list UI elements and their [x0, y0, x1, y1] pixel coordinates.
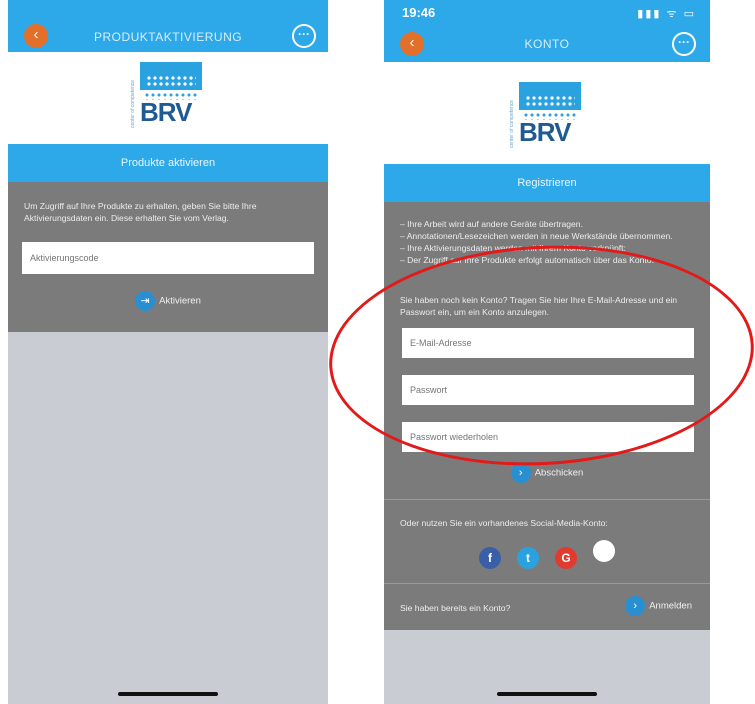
benefit-item: – Ihre Arbeit wird auf andere Geräte übe… — [400, 219, 583, 229]
logo-area: center of competence BRV — [8, 52, 328, 144]
submit-label: Abschicken — [534, 467, 584, 479]
section-header: Produkte aktivieren — [8, 144, 328, 182]
more-icon: ··· — [678, 35, 690, 49]
activation-screen: ‹ PRODUKTAKTIVIERUNG ··· center of compe… — [8, 0, 328, 704]
activation-panel: Um Zugriff auf Ihre Produkte zu erhalten… — [8, 182, 328, 332]
chevron-right-icon: › — [625, 596, 646, 616]
logo-text: BRV — [140, 97, 192, 127]
logo-area: center of competence BRV — [384, 62, 710, 164]
logo-tagline: center of competence — [509, 99, 515, 148]
benefit-item: – Annotationen/Lesezeichen werden in neu… — [400, 231, 673, 241]
social-login-row: ftG — [384, 540, 710, 569]
status-time: 19:46 — [402, 5, 436, 20]
facebook-icon[interactable]: f — [479, 547, 501, 569]
top-bar: ‹ KONTO ··· — [384, 26, 710, 62]
benefit-item: – Der Zugriff auf Ihre Produkte erfolgt … — [400, 255, 654, 265]
account-screen: 19:46 ▮▮▮ ᯤ ▭ ‹ KONTO ··· center of comp… — [384, 0, 710, 704]
password-input[interactable] — [402, 375, 694, 405]
top-bar: ‹ PRODUKTAKTIVIERUNG ··· — [8, 0, 328, 52]
more-options-button[interactable]: ··· — [672, 32, 696, 56]
divider — [384, 583, 710, 584]
password-repeat-input[interactable] — [402, 422, 694, 452]
benefits-list: – Ihre Arbeit wird auf andere Geräte übe… — [400, 218, 698, 266]
activation-code-input[interactable] — [22, 242, 314, 274]
more-icon: ··· — [298, 27, 310, 41]
login-label: Anmelden — [649, 600, 692, 612]
home-indicator — [497, 692, 597, 696]
page-title: KONTO — [524, 37, 570, 51]
brv-logo: center of competence BRV — [130, 62, 202, 128]
page-title: PRODUKTAKTIVIERUNG — [93, 30, 243, 44]
login-button[interactable]: › Anmelden — [625, 596, 692, 616]
twitter-icon[interactable]: t — [517, 547, 539, 569]
benefit-item: – Ihre Aktivierungsdaten werden mit Ihre… — [400, 243, 626, 253]
logo-tagline: center of competence — [130, 79, 136, 128]
register-panel: – Ihre Arbeit wird auf andere Geräte übe… — [384, 202, 710, 630]
activate-button[interactable]: ⇥ Aktivieren — [8, 291, 328, 311]
social-prompt: Oder nutzen Sie ein vorhandenes Social-M… — [400, 518, 608, 528]
activate-label: Aktivieren — [159, 295, 201, 307]
login-icon: ⇥ — [135, 291, 156, 311]
brv-logo: center of competence BRV — [509, 82, 581, 148]
section-header: Registrieren — [384, 164, 710, 202]
submit-button[interactable]: › Abschicken — [384, 463, 710, 483]
chevron-right-icon: › — [510, 463, 531, 483]
apple-icon[interactable] — [593, 540, 615, 562]
logo-text: BRV — [519, 117, 571, 147]
signup-prompt: Sie haben noch kein Konto? Tragen Sie hi… — [400, 295, 678, 317]
instructions-text: Um Zugriff auf Ihre Produkte zu erhalten… — [24, 201, 257, 223]
google-icon[interactable]: G — [555, 547, 577, 569]
more-options-button[interactable]: ··· — [292, 24, 316, 48]
logo-blue-block — [140, 62, 202, 90]
email-input[interactable] — [402, 328, 694, 358]
logo-blue-block — [519, 82, 581, 110]
status-bar: 19:46 ▮▮▮ ᯤ ▭ — [384, 0, 710, 26]
divider — [384, 499, 710, 500]
home-indicator — [118, 692, 218, 696]
status-icons: ▮▮▮ ᯤ ▭ — [637, 8, 696, 20]
